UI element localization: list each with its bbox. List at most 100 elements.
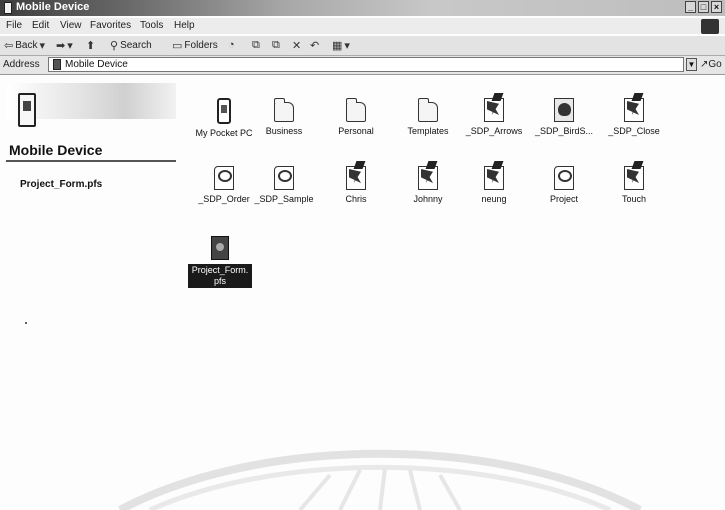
item-label: My Pocket PC (195, 128, 253, 138)
address-value: Mobile Device (65, 59, 128, 70)
undo-button[interactable]: ↶ (310, 39, 319, 52)
item-label: Personal (338, 126, 374, 136)
form-icon (274, 166, 294, 190)
close-button[interactable]: × (711, 1, 722, 13)
address-bar: Address Mobile Device ▼ ↗Go (0, 56, 725, 75)
up-folder-icon: ⬆ (86, 40, 96, 52)
list-item[interactable]: Business (250, 98, 318, 136)
document-icon (624, 166, 644, 190)
move-to-button[interactable]: ⧉ (252, 39, 260, 52)
folder-icon (418, 98, 438, 122)
mobile-device-icon (18, 93, 36, 127)
list-item[interactable]: _SDP_Arrows (460, 98, 528, 136)
views-icon: ▦ (332, 40, 343, 52)
document-icon (346, 166, 366, 190)
item-label: _SDP_Sample (254, 194, 314, 204)
delete-button[interactable]: ✕ (292, 39, 301, 52)
list-item[interactable]: _SDP_Order (190, 166, 258, 204)
item-label: _SDP_BirdS... (534, 126, 594, 136)
list-item[interactable]: Johnny (394, 166, 462, 204)
stray-dot (25, 322, 27, 324)
search-label: Search (120, 40, 152, 51)
folders-icon: ▭ (172, 40, 183, 52)
window-icon (4, 2, 12, 14)
document-icon (624, 98, 644, 122)
copy-to-icon: ⧉ (272, 39, 280, 51)
dropdown-arrow-icon: ▾ (344, 40, 350, 52)
list-item[interactable]: _SDP_BirdS... (530, 98, 598, 136)
document-icon (418, 166, 438, 190)
item-label: _SDP_Close (608, 126, 660, 136)
item-label: _SDP_Order (198, 194, 250, 204)
minimize-button[interactable]: _ (685, 1, 696, 13)
folder-info-pane: Mobile Device Project_Form.pfs (0, 75, 185, 510)
menu-favorites[interactable]: Favorites (90, 20, 131, 31)
address-dropdown-button[interactable]: ▼ (686, 58, 697, 71)
form-icon (214, 166, 234, 190)
dropdown-arrow-icon: ▾ (39, 40, 45, 52)
folder-icon (274, 98, 294, 122)
copy-to-button[interactable]: ⧉ (272, 39, 280, 52)
list-item[interactable]: My Pocket PC (190, 98, 258, 138)
form-icon (554, 166, 574, 190)
document-icon (484, 98, 504, 122)
views-button[interactable]: ▦ ▾ (332, 39, 350, 52)
search-icon: ⚲ (110, 40, 119, 52)
item-label: neung (481, 194, 507, 204)
back-label: Back (15, 40, 38, 51)
window-controls: _ □ × (685, 1, 722, 13)
pocket-pc-icon (217, 98, 231, 124)
item-label: Touch (621, 194, 647, 204)
window-title: Mobile Device (16, 1, 90, 13)
list-item[interactable]: neung (460, 166, 528, 204)
undo-icon: ↶ (310, 40, 320, 52)
back-arrow-icon: ⇦ (4, 40, 14, 52)
move-to-icon: ⧉ (252, 39, 260, 51)
list-item[interactable]: _SDP_Sample (250, 166, 318, 204)
folders-button[interactable]: ▭ Folders (172, 39, 218, 52)
item-label: Johnny (413, 194, 443, 204)
back-button[interactable]: ⇦ Back ▾ (4, 39, 45, 52)
up-folder-button[interactable]: ⬆ (86, 39, 95, 52)
bird-document-icon (554, 98, 574, 122)
selected-file-name: Project_Form.pfs (20, 179, 103, 190)
item-label: Templates (407, 126, 449, 136)
go-label: Go (708, 59, 722, 70)
history-button[interactable]: ◔ (228, 39, 235, 51)
list-item[interactable]: Templates (394, 98, 462, 136)
item-label: Project (549, 194, 578, 204)
address-field[interactable]: Mobile Device (48, 57, 684, 72)
windows-logo-icon (701, 19, 719, 34)
menu-file[interactable]: File (6, 20, 22, 31)
mobile-device-icon (53, 59, 61, 70)
folders-label: Folders (184, 40, 218, 51)
maximize-button[interactable]: □ (698, 1, 709, 13)
dropdown-arrow-icon: ▾ (67, 40, 73, 52)
forward-arrow-icon: ➡ (56, 40, 66, 52)
delete-icon: ✕ (292, 40, 302, 52)
menu-tools[interactable]: Tools (140, 20, 163, 31)
search-button[interactable]: ⚲ Search (110, 39, 152, 52)
history-icon: ◔ (228, 39, 235, 51)
menu-help[interactable]: Help (174, 20, 195, 31)
menu-view[interactable]: View (60, 20, 82, 31)
toolbar: ⇦ Back ▾ ➡ ▾ ⬆ ⚲ Search ▭ Folders ◔ ⧉ ⧉ … (0, 35, 725, 56)
item-label: Chris (345, 194, 367, 204)
title-bar: Mobile Device _ □ × (0, 0, 725, 16)
list-item[interactable]: Touch (600, 166, 668, 204)
item-label: Project_Form.pfs (188, 264, 252, 288)
list-item-selected[interactable]: Project_Form.pfs (186, 236, 254, 289)
folder-title: Mobile Device (9, 142, 103, 158)
item-label: Business (265, 126, 303, 136)
list-item[interactable]: Personal (322, 98, 390, 136)
go-button[interactable]: ↗Go (700, 59, 722, 70)
list-item[interactable]: _SDP_Close (600, 98, 668, 136)
forward-button[interactable]: ➡ ▾ (56, 39, 73, 52)
list-item[interactable]: Project (530, 166, 598, 204)
folder-icon (346, 98, 366, 122)
divider (6, 160, 176, 162)
list-item[interactable]: Chris (322, 166, 390, 204)
menu-bar: File Edit View Favorites Tools Help (0, 18, 725, 34)
menu-edit[interactable]: Edit (32, 20, 49, 31)
project-form-icon (211, 236, 229, 260)
